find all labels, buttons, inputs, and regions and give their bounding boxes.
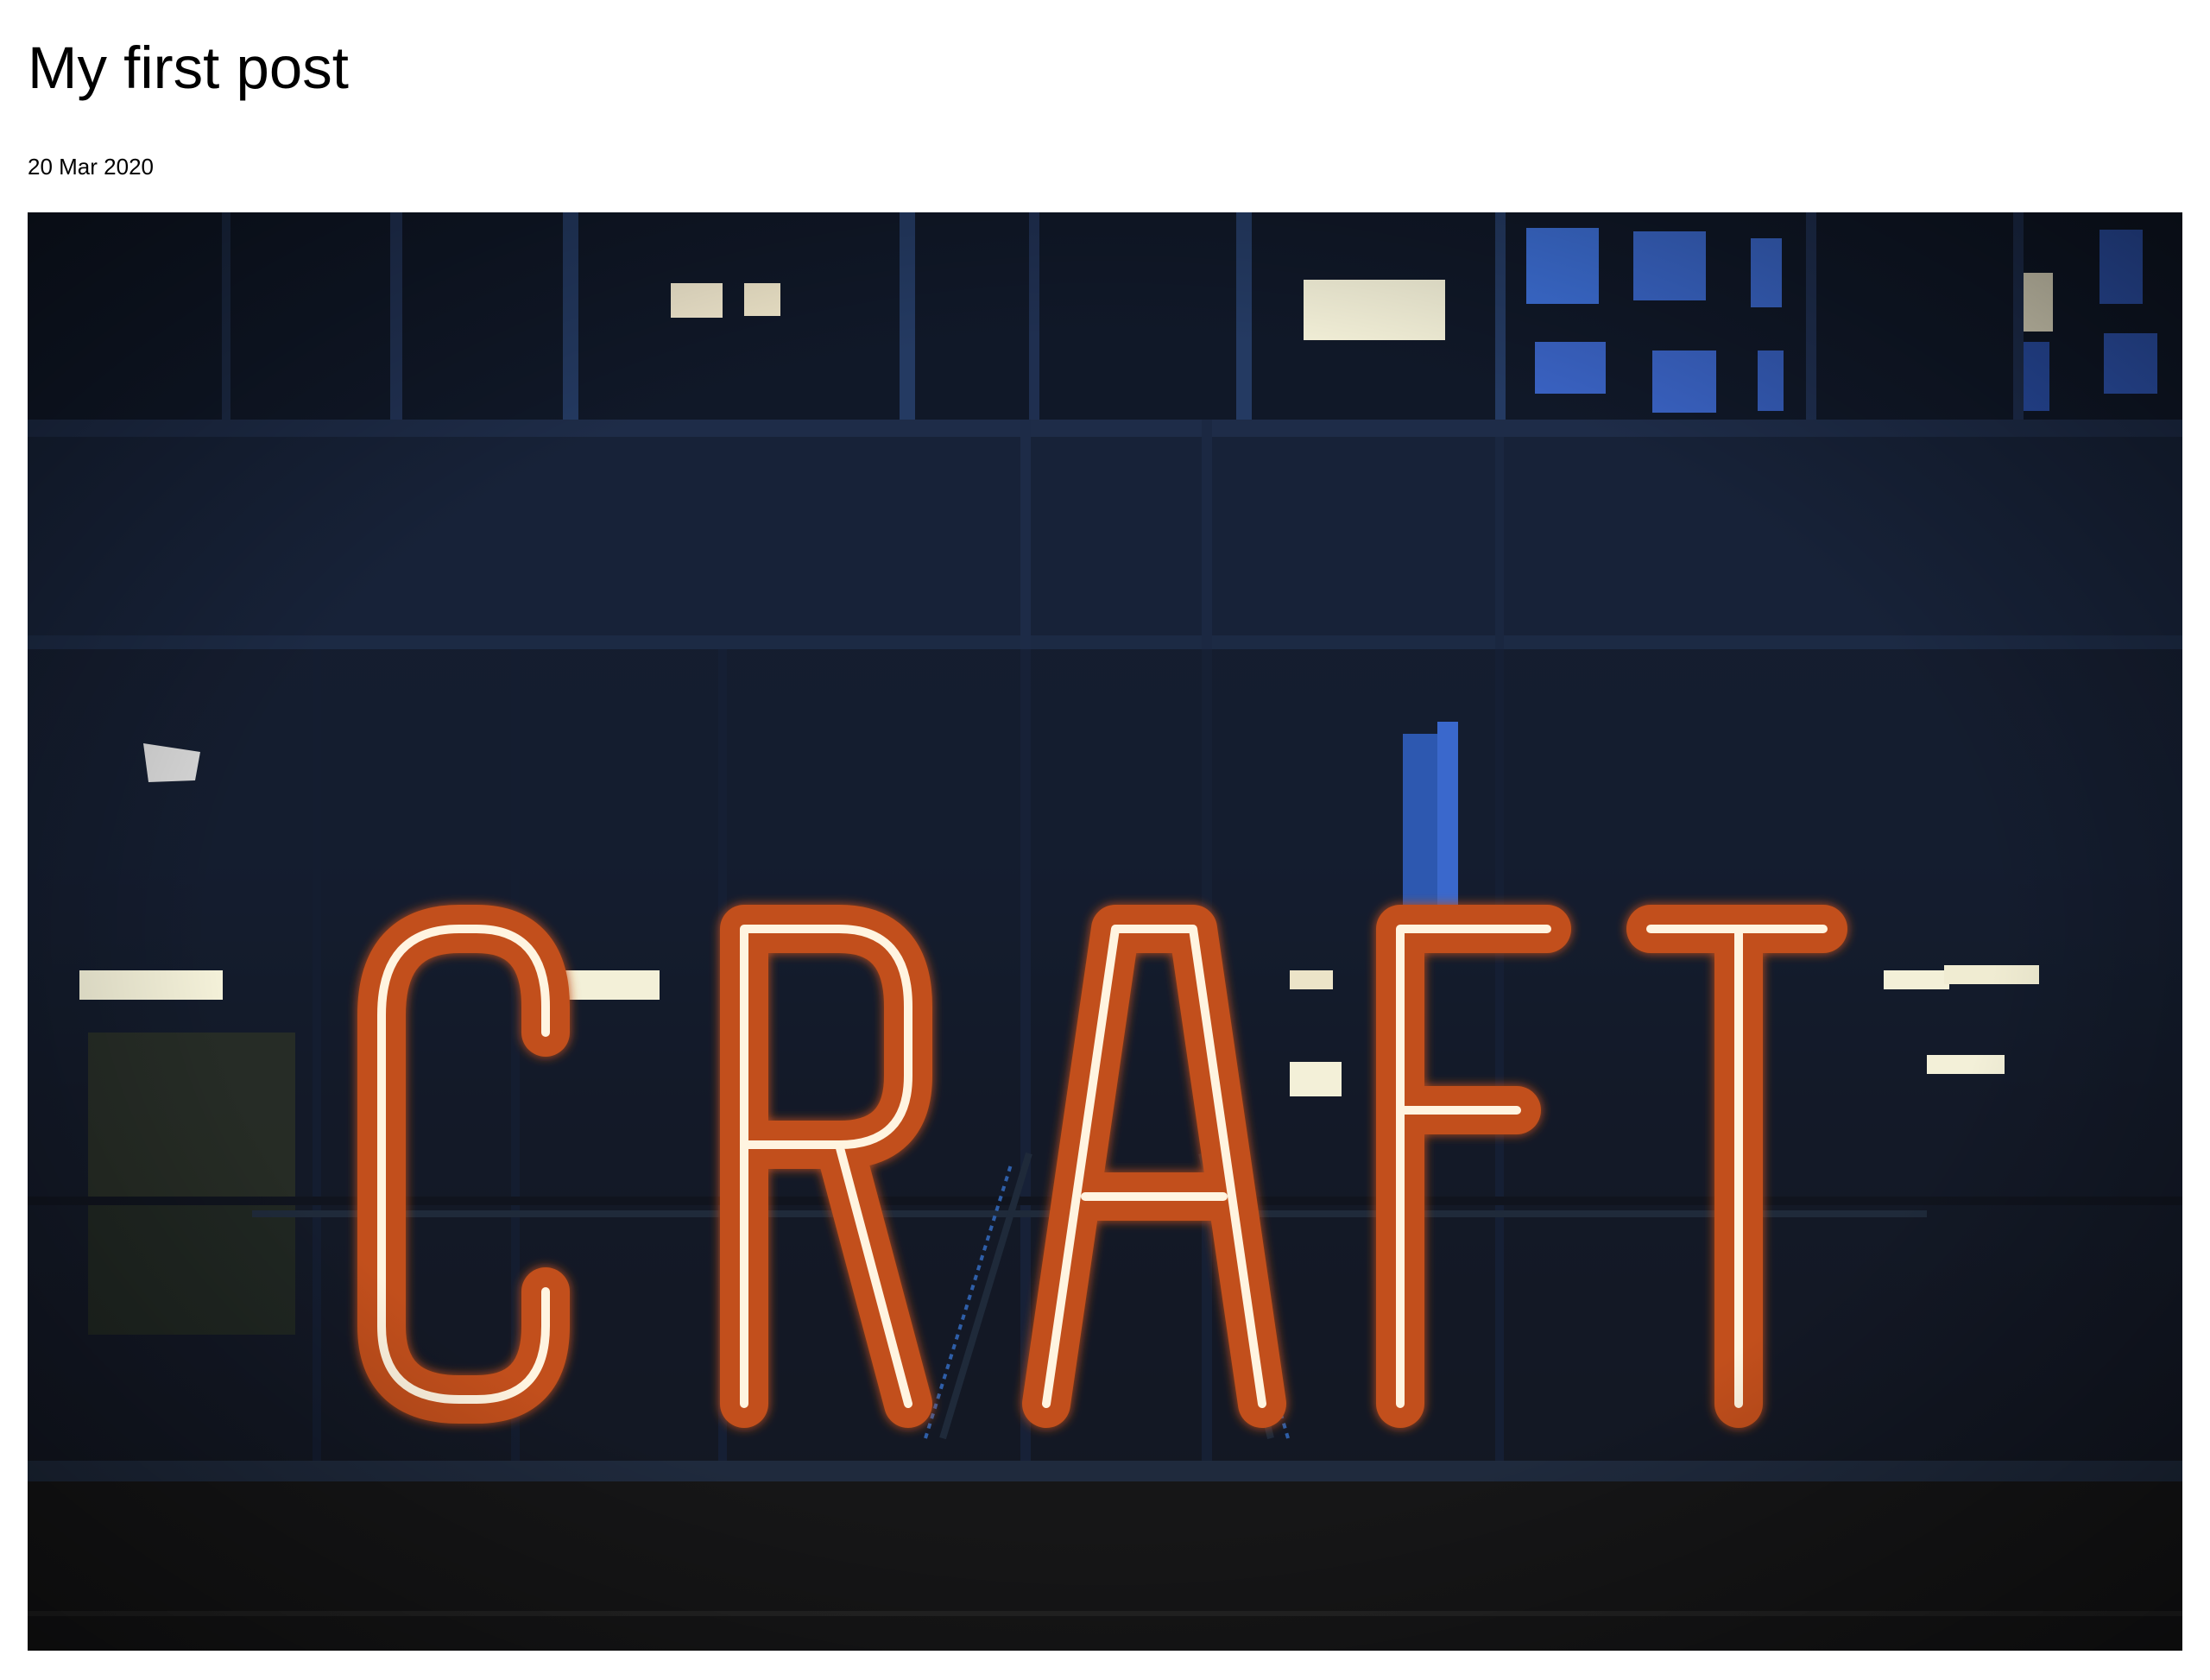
post-date: 20 Mar 2020 bbox=[28, 154, 154, 180]
post-page: My first post 20 Mar 2020 bbox=[0, 0, 2210, 1680]
hero-image-artwork bbox=[28, 212, 2182, 1651]
hero-image bbox=[28, 212, 2182, 1651]
post-title: My first post bbox=[28, 35, 349, 101]
